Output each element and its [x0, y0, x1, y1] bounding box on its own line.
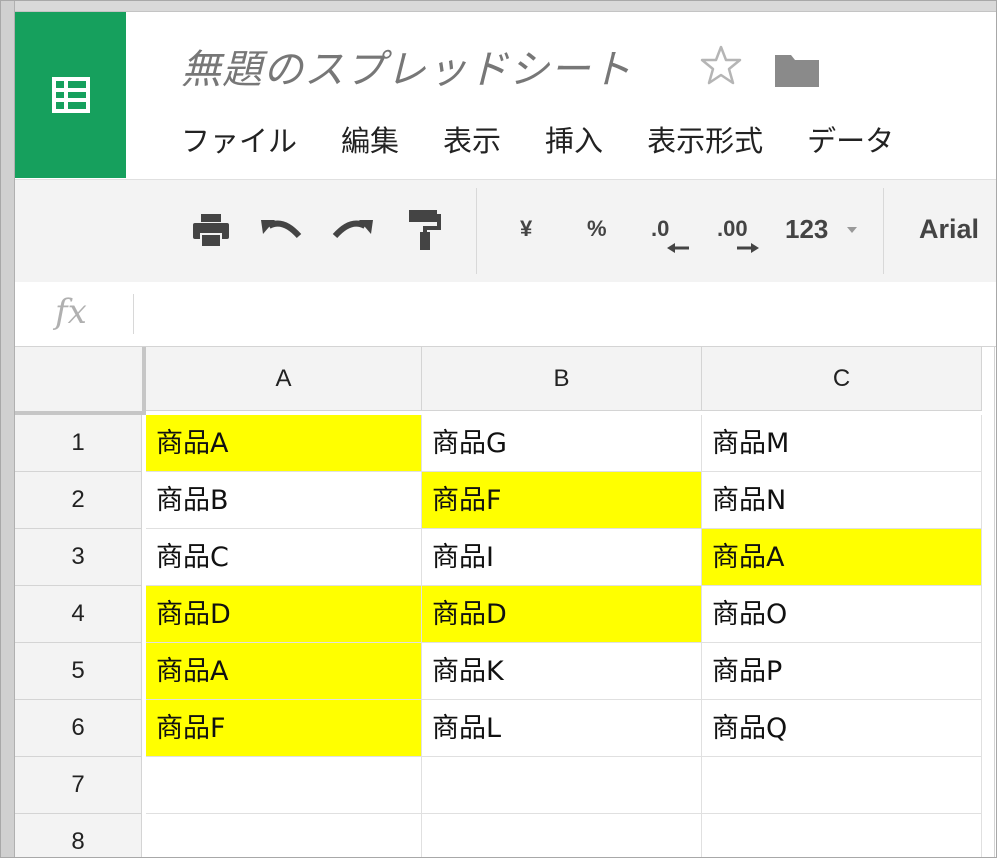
cell-c2[interactable]: 商品N	[702, 472, 982, 529]
column-header-a[interactable]: A	[146, 347, 422, 411]
chevron-down-icon	[847, 227, 857, 233]
row-header-3[interactable]: 3	[15, 529, 142, 586]
row-header-6[interactable]: 6	[15, 700, 142, 757]
window-top-edge	[1, 1, 996, 12]
menu-view[interactable]: 表示	[443, 119, 501, 163]
redo-icon[interactable]	[331, 216, 375, 244]
window-left-edge	[1, 1, 15, 857]
select-all-corner[interactable]	[15, 347, 146, 415]
number-format-dropdown[interactable]: 123	[785, 214, 828, 245]
percent-format-button[interactable]: %	[587, 216, 607, 242]
cell-c7[interactable]	[702, 757, 982, 814]
undo-icon[interactable]	[259, 216, 303, 244]
cell-b2[interactable]: 商品F	[422, 472, 702, 529]
row-header-8[interactable]: 8	[15, 814, 142, 857]
menu-format[interactable]: 表示形式	[647, 119, 763, 163]
row-header-4[interactable]: 4	[15, 586, 142, 643]
column-header-b[interactable]: B	[422, 347, 702, 411]
star-icon[interactable]	[698, 43, 744, 89]
paint-format-icon[interactable]	[407, 208, 441, 252]
formula-bar: fx	[15, 282, 996, 347]
sheets-grid-icon	[51, 77, 90, 113]
toolbar-separator	[476, 188, 477, 274]
column-header-c[interactable]: C	[702, 347, 982, 411]
row-header-1[interactable]: 1	[15, 415, 142, 472]
column-d-edge	[994, 347, 996, 857]
currency-format-button[interactable]: ¥	[520, 216, 532, 242]
menu-bar: ファイル 編集 表示 挿入 表示形式 データ	[181, 119, 938, 163]
increase-decimal-button[interactable]: .00	[717, 216, 748, 242]
cell-b7[interactable]	[422, 757, 702, 814]
fx-label: fx	[55, 292, 87, 332]
arrow-right-icon	[737, 243, 759, 253]
cell-c4[interactable]: 商品O	[702, 586, 982, 643]
cell-a2[interactable]: 商品B	[146, 472, 422, 529]
menu-insert[interactable]: 挿入	[545, 119, 603, 163]
decrease-decimal-button[interactable]: .0	[651, 216, 669, 242]
cell-a5[interactable]: 商品A	[146, 643, 422, 700]
cell-a3[interactable]: 商品C	[146, 529, 422, 586]
cell-a1[interactable]: 商品A	[146, 415, 422, 472]
cell-b4[interactable]: 商品D	[422, 586, 702, 643]
app-window: 無題のスプレッドシート ファイル 編集 表示 挿入 表示形式 データ ¥ % .…	[0, 0, 997, 858]
spreadsheet-grid: A B C 1 商品A 商品G 商品M 2 商品B 商品F 商品N 3 商品C 商品I 商品A 4 商品D 商品D…	[15, 347, 996, 857]
cell-b5[interactable]: 商品K	[422, 643, 702, 700]
cell-b6[interactable]: 商品L	[422, 700, 702, 757]
print-icon[interactable]	[191, 212, 231, 250]
cell-c5[interactable]: 商品P	[702, 643, 982, 700]
cell-a6[interactable]: 商品F	[146, 700, 422, 757]
menu-data[interactable]: データ	[807, 119, 894, 163]
row-header-2[interactable]: 2	[15, 472, 142, 529]
cell-c8[interactable]	[702, 814, 982, 857]
arrow-left-icon	[667, 243, 689, 253]
formula-separator	[133, 294, 134, 334]
row-header-5[interactable]: 5	[15, 643, 142, 700]
cell-c3[interactable]: 商品A	[702, 529, 982, 586]
cell-a8[interactable]	[146, 814, 422, 857]
toolbar: ¥ % .0 .00 123 Arial	[15, 179, 996, 283]
font-family-dropdown[interactable]: Arial	[919, 214, 979, 245]
cell-b3[interactable]: 商品I	[422, 529, 702, 586]
cell-c1[interactable]: 商品M	[702, 415, 982, 472]
menu-edit[interactable]: 編集	[341, 119, 399, 163]
row-header-7[interactable]: 7	[15, 757, 142, 814]
cell-a4[interactable]: 商品D	[146, 586, 422, 643]
document-title[interactable]: 無題のスプレッドシート	[181, 37, 632, 97]
cell-b8[interactable]	[422, 814, 702, 857]
cell-b1[interactable]: 商品G	[422, 415, 702, 472]
folder-icon[interactable]	[773, 49, 821, 89]
cell-c6[interactable]: 商品Q	[702, 700, 982, 757]
toolbar-separator	[883, 188, 884, 274]
menu-file[interactable]: ファイル	[181, 119, 297, 163]
cell-a7[interactable]	[146, 757, 422, 814]
sheets-logo[interactable]	[15, 12, 126, 178]
